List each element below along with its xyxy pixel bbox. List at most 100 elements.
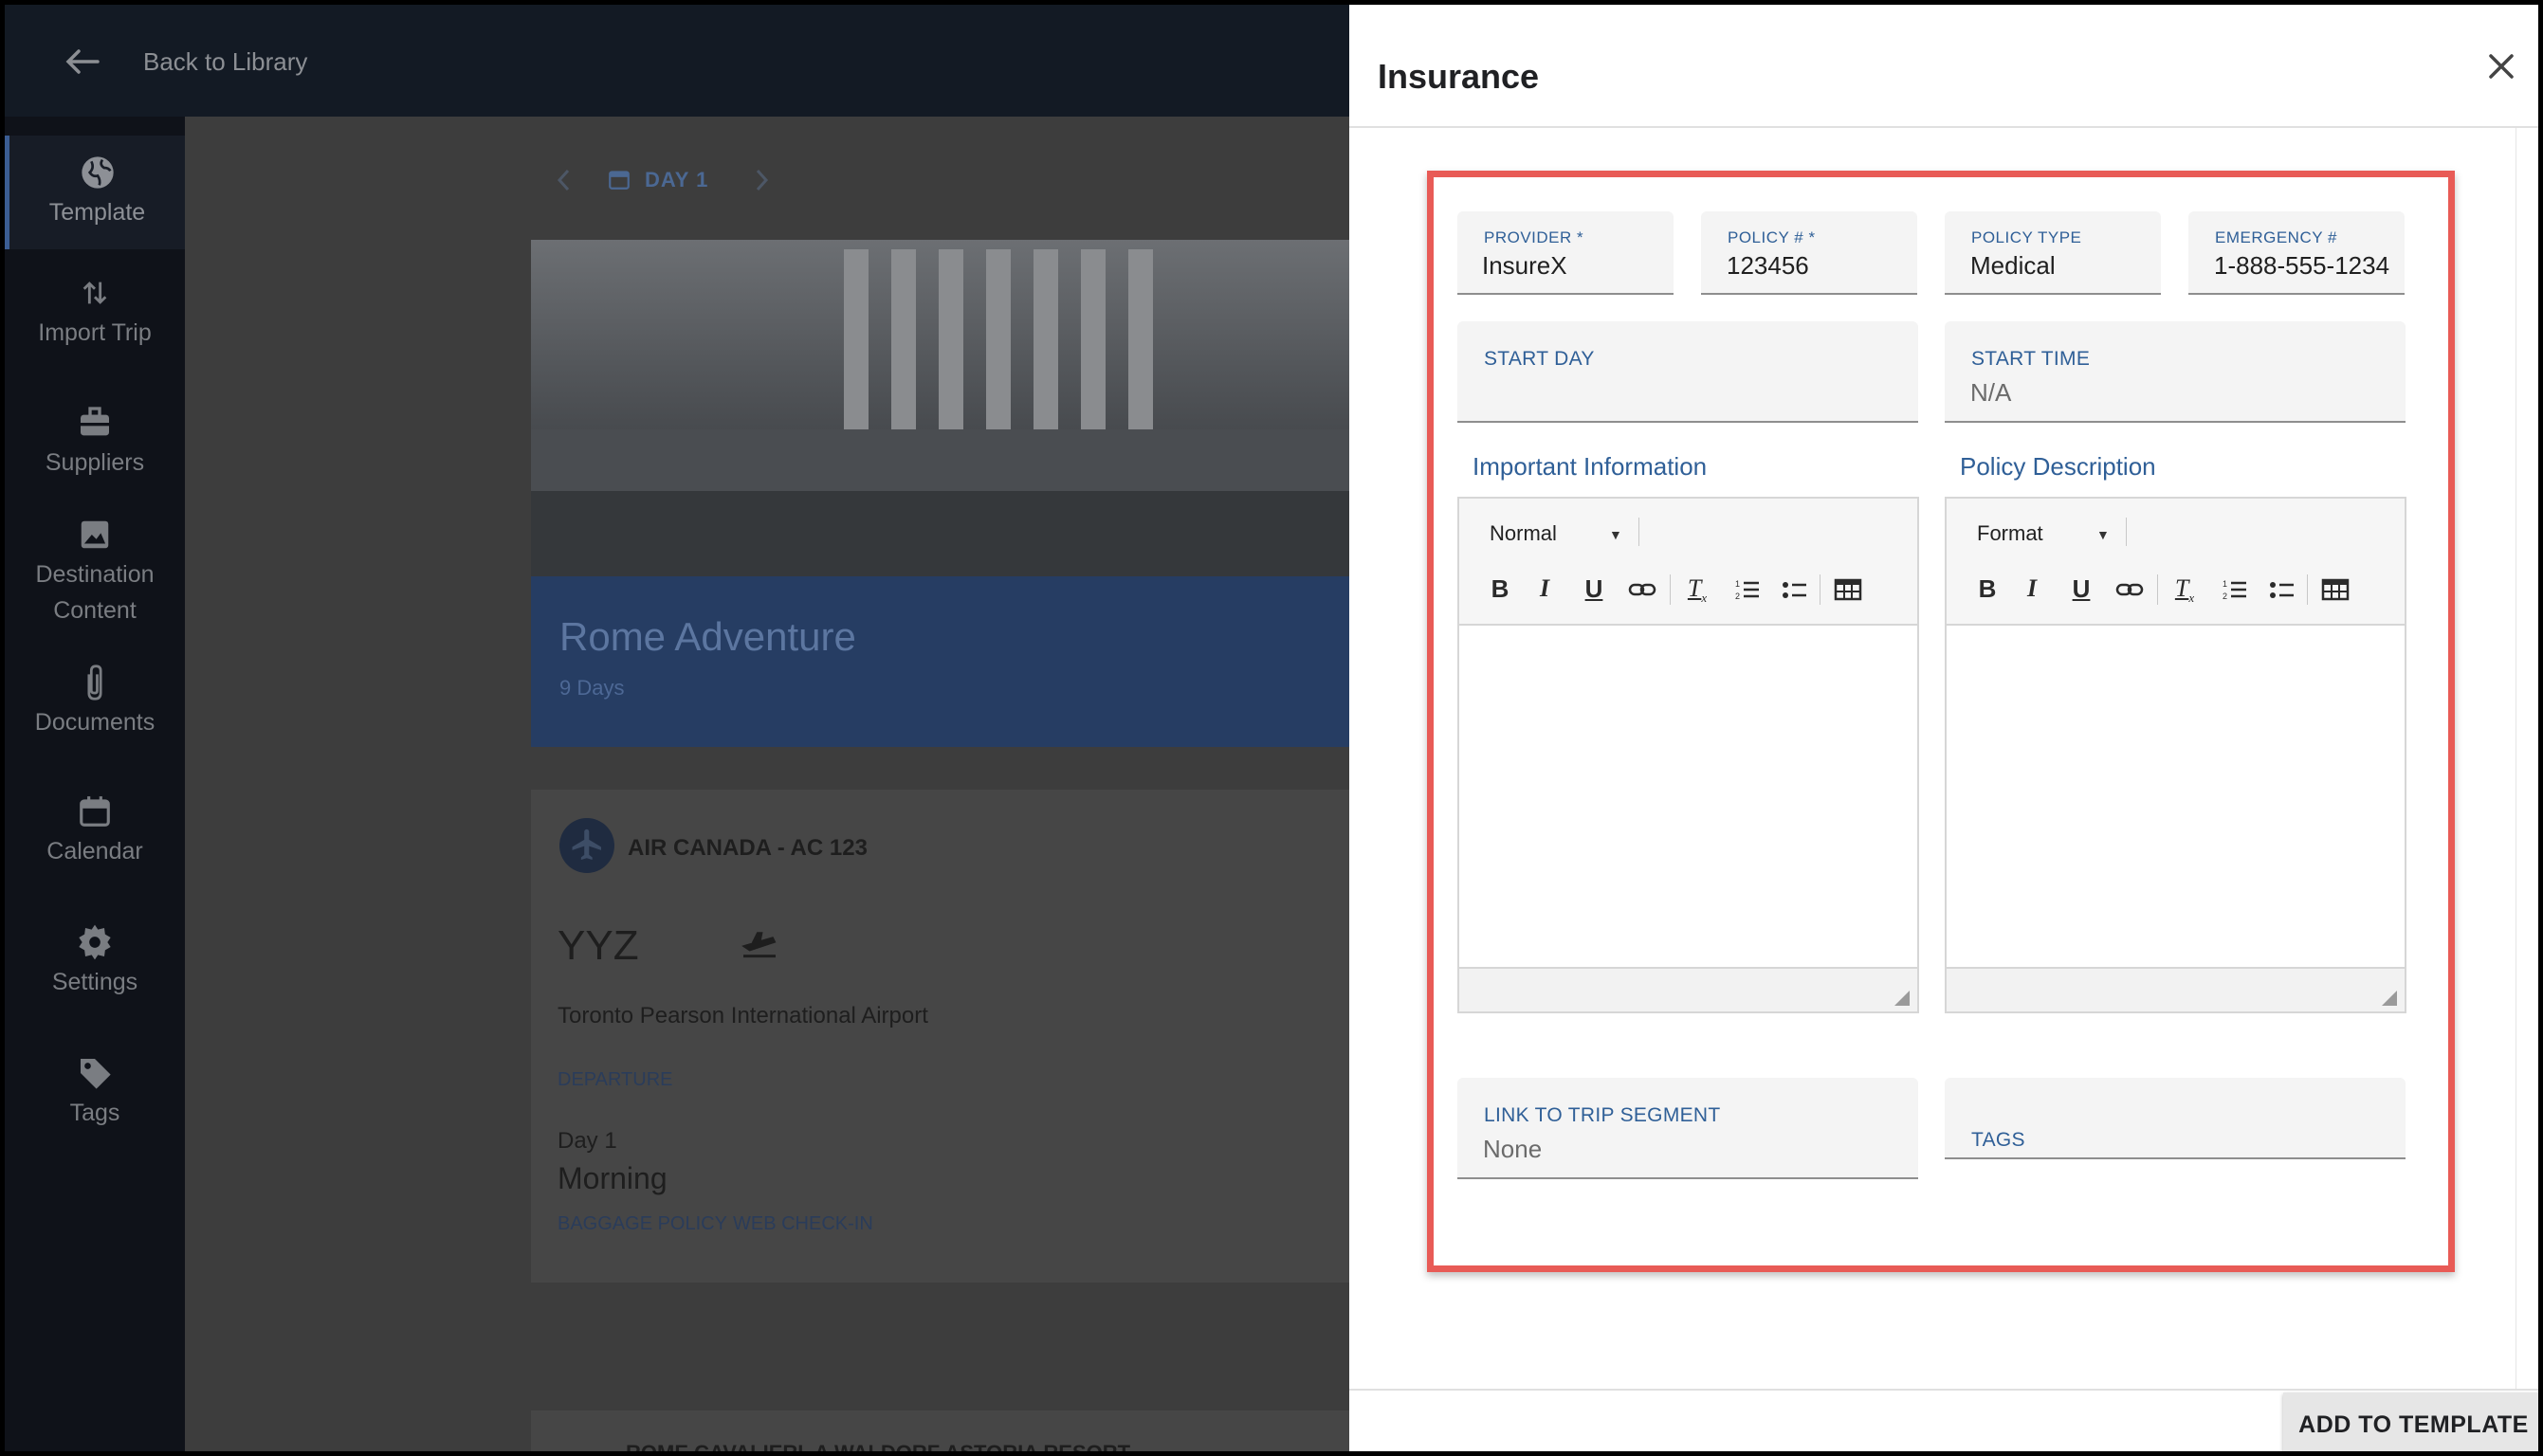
svg-text:2: 2 bbox=[1735, 592, 1740, 601]
provider-field[interactable]: PROVIDER * InsureX bbox=[1457, 211, 1674, 295]
add-to-template-button[interactable]: ADD TO TEMPLATE bbox=[2283, 1392, 2538, 1451]
image-icon bbox=[81, 520, 109, 549]
underline-button[interactable]: U bbox=[1583, 574, 1605, 605]
sidebar-item-label: Suppliers bbox=[45, 449, 145, 476]
airplane-icon bbox=[559, 818, 614, 873]
bold-button[interactable]: B bbox=[1488, 574, 1512, 605]
sidebar-item-calendar[interactable]: Calendar bbox=[5, 792, 185, 869]
editor-content-area[interactable] bbox=[1947, 626, 2405, 967]
sidebar: Template Import Trip Suppliers Destinati… bbox=[5, 117, 185, 1451]
paperclip-icon bbox=[87, 664, 102, 701]
important-information-editor: Normal ▼ B I U Tx 12 bbox=[1457, 497, 1919, 1013]
sidebar-item-label: Destination bbox=[35, 561, 155, 588]
import-arrows-icon bbox=[82, 282, 107, 304]
itinerary-panel: DAY 1 Rome Adventure 9 Days AIR CANADA -… bbox=[185, 117, 1356, 1451]
link-icon[interactable] bbox=[2115, 574, 2144, 605]
tag-icon bbox=[81, 1059, 111, 1089]
close-icon[interactable] bbox=[2482, 47, 2520, 85]
bulleted-list-icon[interactable] bbox=[2269, 574, 2296, 605]
svg-text:1: 1 bbox=[1735, 579, 1740, 589]
sidebar-item-destination-content[interactable]: Destination Content bbox=[5, 515, 185, 628]
briefcase-icon bbox=[81, 407, 109, 436]
airport-code: YYZ bbox=[558, 922, 639, 969]
emergency-number-value: 1-888-555-1234 bbox=[2214, 251, 2390, 280]
top-bar: Back to Library bbox=[5, 5, 1351, 117]
provider-value: InsureX bbox=[1482, 251, 1567, 280]
departure-label: DEPARTURE bbox=[558, 1069, 673, 1090]
sidebar-item-label: Documents bbox=[34, 709, 156, 736]
sidebar-item-settings[interactable]: Settings bbox=[5, 922, 185, 1000]
clear-formatting-icon[interactable]: Tx bbox=[2170, 574, 2199, 605]
editor-status-bar bbox=[1947, 967, 2405, 1011]
table-icon[interactable] bbox=[2321, 574, 2350, 605]
sidebar-item-label: Tags bbox=[69, 1100, 120, 1126]
svg-text:2: 2 bbox=[2223, 592, 2227, 601]
sidebar-item-label: Settings bbox=[51, 969, 138, 995]
bold-button[interactable]: B bbox=[1975, 574, 2000, 605]
emergency-number-field[interactable]: EMERGENCY # 1-888-555-1234 bbox=[2188, 211, 2405, 295]
sidebar-item-tags[interactable]: Tags bbox=[5, 1053, 185, 1131]
bulleted-list-icon[interactable] bbox=[1782, 574, 1808, 605]
start-day-field[interactable]: START DAY bbox=[1457, 321, 1918, 423]
drawer-footer: ADD TO TEMPLATE bbox=[1349, 1389, 2538, 1451]
day-navigation: DAY 1 bbox=[555, 164, 991, 202]
chevron-left-icon[interactable] bbox=[555, 166, 574, 194]
sidebar-item-documents[interactable]: Documents bbox=[5, 663, 185, 740]
chevron-down-icon[interactable]: ▼ bbox=[1609, 527, 1622, 542]
hotel-card[interactable]: ROME CAVALIERI, A WALDORF ASTORIA RESORT bbox=[531, 1410, 1356, 1456]
editor-content-area[interactable] bbox=[1459, 626, 1917, 967]
flight-card[interactable]: AIR CANADA - AC 123 YYZ Toronto Pearson … bbox=[531, 790, 1356, 1283]
underline-button[interactable]: U bbox=[2070, 574, 2093, 605]
emergency-number-label: EMERGENCY # bbox=[2215, 228, 2337, 246]
sidebar-item-template[interactable]: Template bbox=[5, 136, 185, 249]
start-day-label: START DAY bbox=[1484, 348, 1595, 370]
trip-cover-image bbox=[531, 240, 1356, 576]
policy-type-label: POLICY TYPE bbox=[1971, 228, 2082, 246]
policy-description-heading: Policy Description bbox=[1960, 452, 2156, 481]
baggage-policy-link[interactable]: BAGGAGE POLICY bbox=[558, 1213, 727, 1235]
policy-description-editor: Format ▼ B I U Tx 12 bbox=[1945, 497, 2406, 1013]
editor-toolbar: Normal ▼ B I U Tx 12 bbox=[1459, 499, 1917, 626]
link-icon[interactable] bbox=[1628, 574, 1656, 605]
format-dropdown[interactable]: Normal bbox=[1490, 521, 1557, 546]
back-arrow-icon[interactable] bbox=[64, 45, 101, 79]
tags-label: TAGS bbox=[1971, 1129, 2025, 1151]
gear-icon bbox=[79, 924, 111, 960]
numbered-list-icon[interactable]: 12 bbox=[2222, 574, 2248, 605]
tags-field[interactable]: TAGS bbox=[1945, 1078, 2406, 1159]
sidebar-item-suppliers[interactable]: Suppliers bbox=[5, 403, 185, 481]
policy-number-field[interactable]: POLICY # * 123456 bbox=[1701, 211, 1917, 295]
calendar-small-icon bbox=[609, 171, 630, 190]
sidebar-item-import-trip[interactable]: Import Trip bbox=[5, 273, 185, 351]
flight-day: Day 1 bbox=[558, 1128, 617, 1154]
screen: Back to Library Template Import Trip Sup… bbox=[0, 0, 2543, 1456]
format-dropdown[interactable]: Format bbox=[1977, 521, 2043, 546]
hotel-title: ROME CAVALIERI, A WALDORF ASTORIA RESORT bbox=[626, 1441, 1131, 1456]
sidebar-item-label-line2: Content bbox=[53, 597, 137, 624]
start-time-value: N/A bbox=[1970, 378, 2012, 407]
editor-status-bar bbox=[1459, 967, 1917, 1011]
italic-button[interactable]: I bbox=[1535, 574, 1554, 605]
table-icon[interactable] bbox=[1834, 574, 1862, 605]
numbered-list-icon[interactable]: 12 bbox=[1734, 574, 1761, 605]
start-time-field[interactable]: START TIME N/A bbox=[1945, 321, 2406, 423]
trip-duration: 9 Days bbox=[559, 676, 625, 700]
clear-formatting-icon[interactable]: Tx bbox=[1683, 574, 1711, 605]
resize-handle-icon[interactable] bbox=[1894, 991, 1910, 1006]
italic-button[interactable]: I bbox=[2022, 574, 2041, 605]
scrollbar[interactable] bbox=[2516, 128, 2538, 1389]
resize-handle-icon[interactable] bbox=[2382, 991, 2397, 1006]
policy-type-field[interactable]: POLICY TYPE Medical bbox=[1945, 211, 2161, 295]
drawer-title: Insurance bbox=[1378, 57, 1540, 96]
sidebar-item-label: Import Trip bbox=[38, 319, 152, 346]
flight-time-of-day: Morning bbox=[558, 1161, 668, 1195]
sidebar-item-label: Calendar bbox=[46, 838, 143, 864]
back-to-library-link[interactable]: Back to Library bbox=[143, 47, 307, 77]
chevron-down-icon[interactable]: ▼ bbox=[2096, 527, 2110, 542]
policy-number-label: POLICY # * bbox=[1728, 228, 1816, 246]
web-check-in-link[interactable]: WEB CHECK-IN bbox=[733, 1213, 873, 1235]
link-to-trip-segment-field[interactable]: LINK TO TRIP SEGMENT None bbox=[1457, 1078, 1918, 1179]
svg-text:1: 1 bbox=[2223, 579, 2227, 589]
chevron-right-icon[interactable] bbox=[752, 166, 771, 194]
link-to-trip-segment-value: None bbox=[1483, 1135, 1543, 1163]
